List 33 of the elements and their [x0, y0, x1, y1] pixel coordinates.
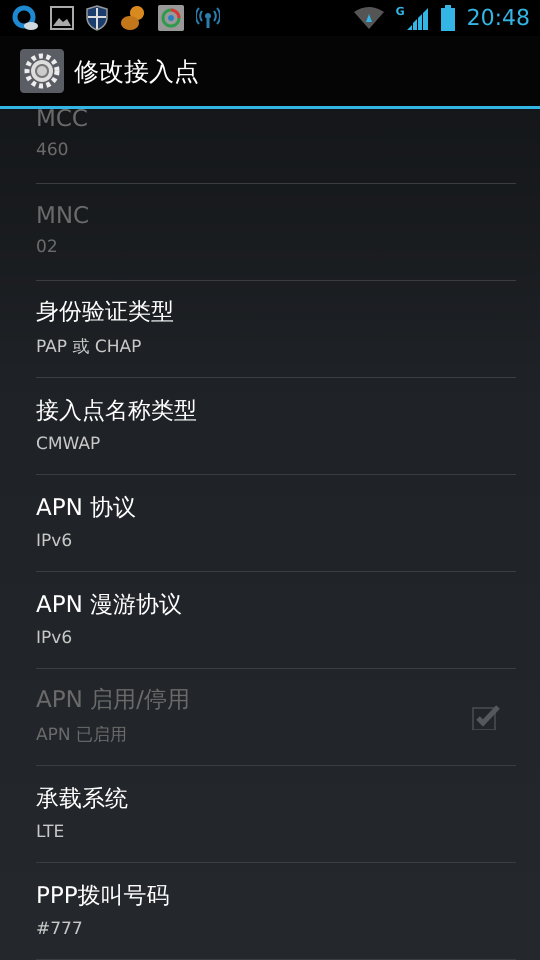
preference-item[interactable]: APN 漫游协议 IPv6 [36, 572, 516, 669]
preference-item[interactable]: PPP拨叫号码 #777 [36, 863, 516, 960]
wifi-icon [354, 6, 384, 30]
preference-item[interactable]: APN 协议 IPv6 [36, 475, 516, 572]
preference-title: MNC [36, 203, 90, 229]
clock-time: 20:48 [466, 6, 530, 30]
settings-icon[interactable] [20, 49, 64, 93]
preference-title: 身份验证类型 [36, 298, 174, 327]
preference-item[interactable]: 承载系统 LTE [36, 766, 516, 863]
preference-title: 承载系统 [36, 784, 128, 814]
preference-title: APN 协议 [36, 494, 136, 522]
preference-summary: CMWAP [36, 434, 100, 454]
preference-summary: 02 [36, 237, 58, 257]
preference-title: MCC [36, 109, 88, 132]
cloud-icon[interactable] [12, 5, 38, 31]
preference-title: PPP拨叫号码 [36, 882, 170, 910]
preference-summary: IPv6 [36, 628, 72, 648]
screen-title: 修改接入点 [74, 56, 199, 88]
preference-title: 接入点名称类型 [36, 396, 197, 426]
preference-summary: #777 [36, 918, 83, 938]
battery-icon [440, 5, 455, 31]
preference-summary: 460 [36, 140, 68, 160]
preference-title: APN 漫游协议 [36, 590, 182, 620]
preference-summary: PAP 或 CHAP [36, 336, 142, 358]
preference-item[interactable]: 身份验证类型 PAP 或 CHAP [36, 281, 516, 378]
preference-summary: LTE [36, 822, 64, 842]
shield-icon[interactable] [86, 5, 108, 31]
preference-summary: IPv6 [36, 530, 72, 550]
hotspot-icon[interactable] [196, 7, 220, 29]
image-icon[interactable] [50, 6, 74, 30]
preference-item[interactable]: 接入点名称类型 CMWAP [36, 378, 516, 475]
preference-title: APN 启用/停用 [36, 686, 190, 715]
preference-summary: APN 已启用 [36, 724, 128, 746]
